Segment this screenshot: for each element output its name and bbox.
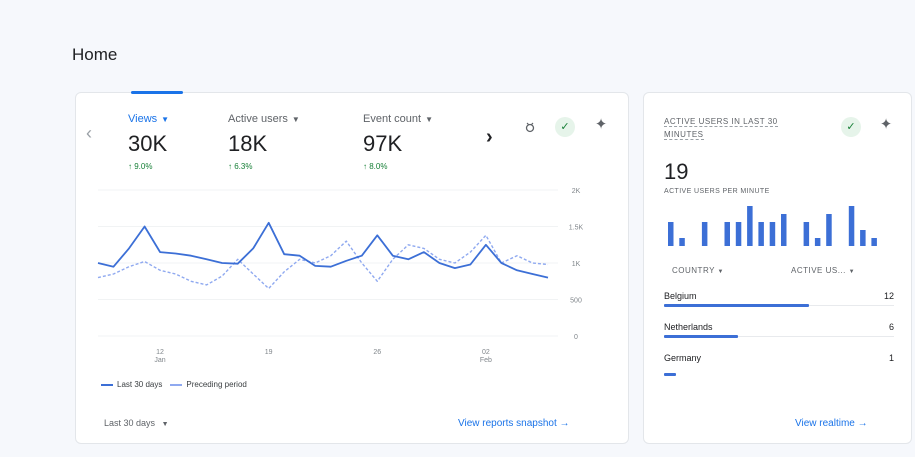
legend-label-current: Last 30 days bbox=[117, 380, 163, 389]
country-name: Belgium bbox=[664, 291, 697, 301]
caret-down-icon: ▼ bbox=[161, 115, 170, 124]
x-tick-label: 19 bbox=[265, 349, 273, 356]
sparkle-icon[interactable]: ✦ bbox=[876, 115, 896, 135]
realtime-subtitle: ACTIVE USERS PER MINUTE bbox=[664, 188, 770, 195]
realtime-card: ACTIVE USERS IN LAST 30 MINUTES ✓ ✦ 19 A… bbox=[643, 92, 912, 444]
minute-bar bbox=[679, 238, 685, 246]
y-tick-label: 1K bbox=[572, 261, 581, 268]
share-bar bbox=[664, 373, 676, 376]
chevron-left-icon[interactable]: ‹ bbox=[86, 123, 92, 144]
country-users: 12 bbox=[883, 291, 894, 301]
check-circle-icon[interactable]: ✓ bbox=[555, 117, 575, 137]
selected-metric-indicator bbox=[131, 91, 183, 94]
caret-down-icon: ▼ bbox=[291, 115, 300, 124]
minute-bar bbox=[871, 238, 877, 246]
arrow-right-icon: → bbox=[559, 418, 570, 429]
share-bar bbox=[664, 335, 738, 338]
sparkle-icon[interactable]: ✦ bbox=[591, 115, 611, 135]
y-tick-label: 500 bbox=[570, 298, 582, 305]
chart-legend: Last 30 days Preceding period bbox=[101, 380, 247, 389]
x-tick-month-label: Jan bbox=[154, 357, 165, 364]
y-tick-label: 0 bbox=[574, 334, 578, 341]
metric-value: 18K bbox=[228, 131, 268, 156]
caret-down-icon: ▼ bbox=[425, 115, 434, 124]
x-tick-label: 12 bbox=[156, 349, 164, 356]
realtime-value: 19 bbox=[664, 159, 689, 184]
y-tick-label: 2K bbox=[572, 188, 581, 195]
minute-bar bbox=[803, 222, 810, 246]
minute-bar bbox=[724, 222, 730, 246]
minute-bar bbox=[826, 214, 832, 246]
x-tick-month-label: Feb bbox=[480, 357, 492, 364]
view-reports-snapshot-link[interactable]: View reports snapshot → bbox=[458, 418, 570, 429]
country-users: 1 bbox=[888, 353, 894, 363]
metric-value: 97K bbox=[363, 131, 403, 156]
country-name: Germany bbox=[664, 353, 702, 363]
chevron-right-icon[interactable]: › bbox=[486, 126, 493, 149]
table-row[interactable]: Belgium 12 bbox=[664, 291, 894, 322]
date-range-select[interactable]: Last 30 days ▼ bbox=[104, 418, 169, 428]
y-tick-label: 1.5K bbox=[569, 225, 584, 232]
check-circle-icon[interactable]: ✓ bbox=[841, 117, 861, 137]
per-minute-bar-chart bbox=[668, 206, 877, 246]
series-line-last-30-days bbox=[97, 221, 549, 279]
legend-swatch-current bbox=[101, 383, 113, 386]
metric-label: Views bbox=[128, 113, 158, 125]
x-tick-label: 26 bbox=[373, 349, 381, 356]
overview-card: ‹ Views ▼ 30K ↑ 9.0% Active users ▼ 18K ↑ … bbox=[75, 91, 629, 444]
active-users-column-header[interactable]: ACTIVE US... ▼ bbox=[791, 266, 855, 275]
metric-active-users[interactable]: Active users ▼ 18K ↑ 6.3% bbox=[228, 113, 348, 171]
minute-bar bbox=[848, 206, 855, 246]
realtime-title[interactable]: ACTIVE USERS IN LAST 30 MINUTES bbox=[664, 117, 778, 140]
metric-label: Active users bbox=[228, 113, 288, 125]
minute-bar bbox=[860, 230, 866, 246]
caret-down-icon: ▼ bbox=[848, 269, 856, 275]
country-column-header[interactable]: COUNTRY ▼ bbox=[672, 266, 724, 275]
country-users: 6 bbox=[888, 322, 894, 332]
minute-bar bbox=[781, 214, 787, 246]
share-bar bbox=[664, 304, 809, 307]
country-table: Belgium 12 Netherlands 6 Germany 1 bbox=[664, 291, 894, 384]
minute-bar bbox=[758, 222, 764, 246]
view-realtime-link[interactable]: View realtime → bbox=[795, 418, 868, 429]
x-tick-label: 02 bbox=[482, 349, 490, 356]
legend-label-previous: Preceding period bbox=[186, 380, 247, 389]
legend-swatch-previous bbox=[170, 383, 183, 386]
minute-bar bbox=[668, 222, 674, 246]
metric-change: ↑ 8.0% bbox=[363, 162, 388, 171]
minute-bar bbox=[735, 222, 742, 246]
minute-bar bbox=[701, 222, 708, 246]
metric-event-count[interactable]: Event count ▼ 97K ↑ 8.0% bbox=[363, 113, 483, 171]
table-row[interactable]: Netherlands 6 bbox=[664, 322, 894, 353]
minute-bar bbox=[747, 206, 753, 246]
country-name: Netherlands bbox=[664, 322, 713, 332]
arrow-right-icon: → bbox=[857, 418, 868, 429]
table-row[interactable]: Germany 1 bbox=[664, 353, 894, 384]
metric-label: Event count bbox=[363, 113, 422, 125]
minute-bar bbox=[769, 222, 776, 246]
line-chart: 2K 1.5K 1K 500 0 12Jan 19 26 02Feb bbox=[97, 188, 584, 364]
page-title: Home bbox=[72, 45, 118, 64]
insights-icon[interactable] bbox=[520, 117, 540, 137]
series-line-preceding-period bbox=[97, 234, 549, 290]
metric-change: ↑ 6.3% bbox=[228, 162, 253, 171]
caret-down-icon: ▼ bbox=[717, 269, 724, 275]
minute-bar bbox=[814, 238, 821, 246]
caret-down-icon: ▼ bbox=[161, 421, 169, 428]
